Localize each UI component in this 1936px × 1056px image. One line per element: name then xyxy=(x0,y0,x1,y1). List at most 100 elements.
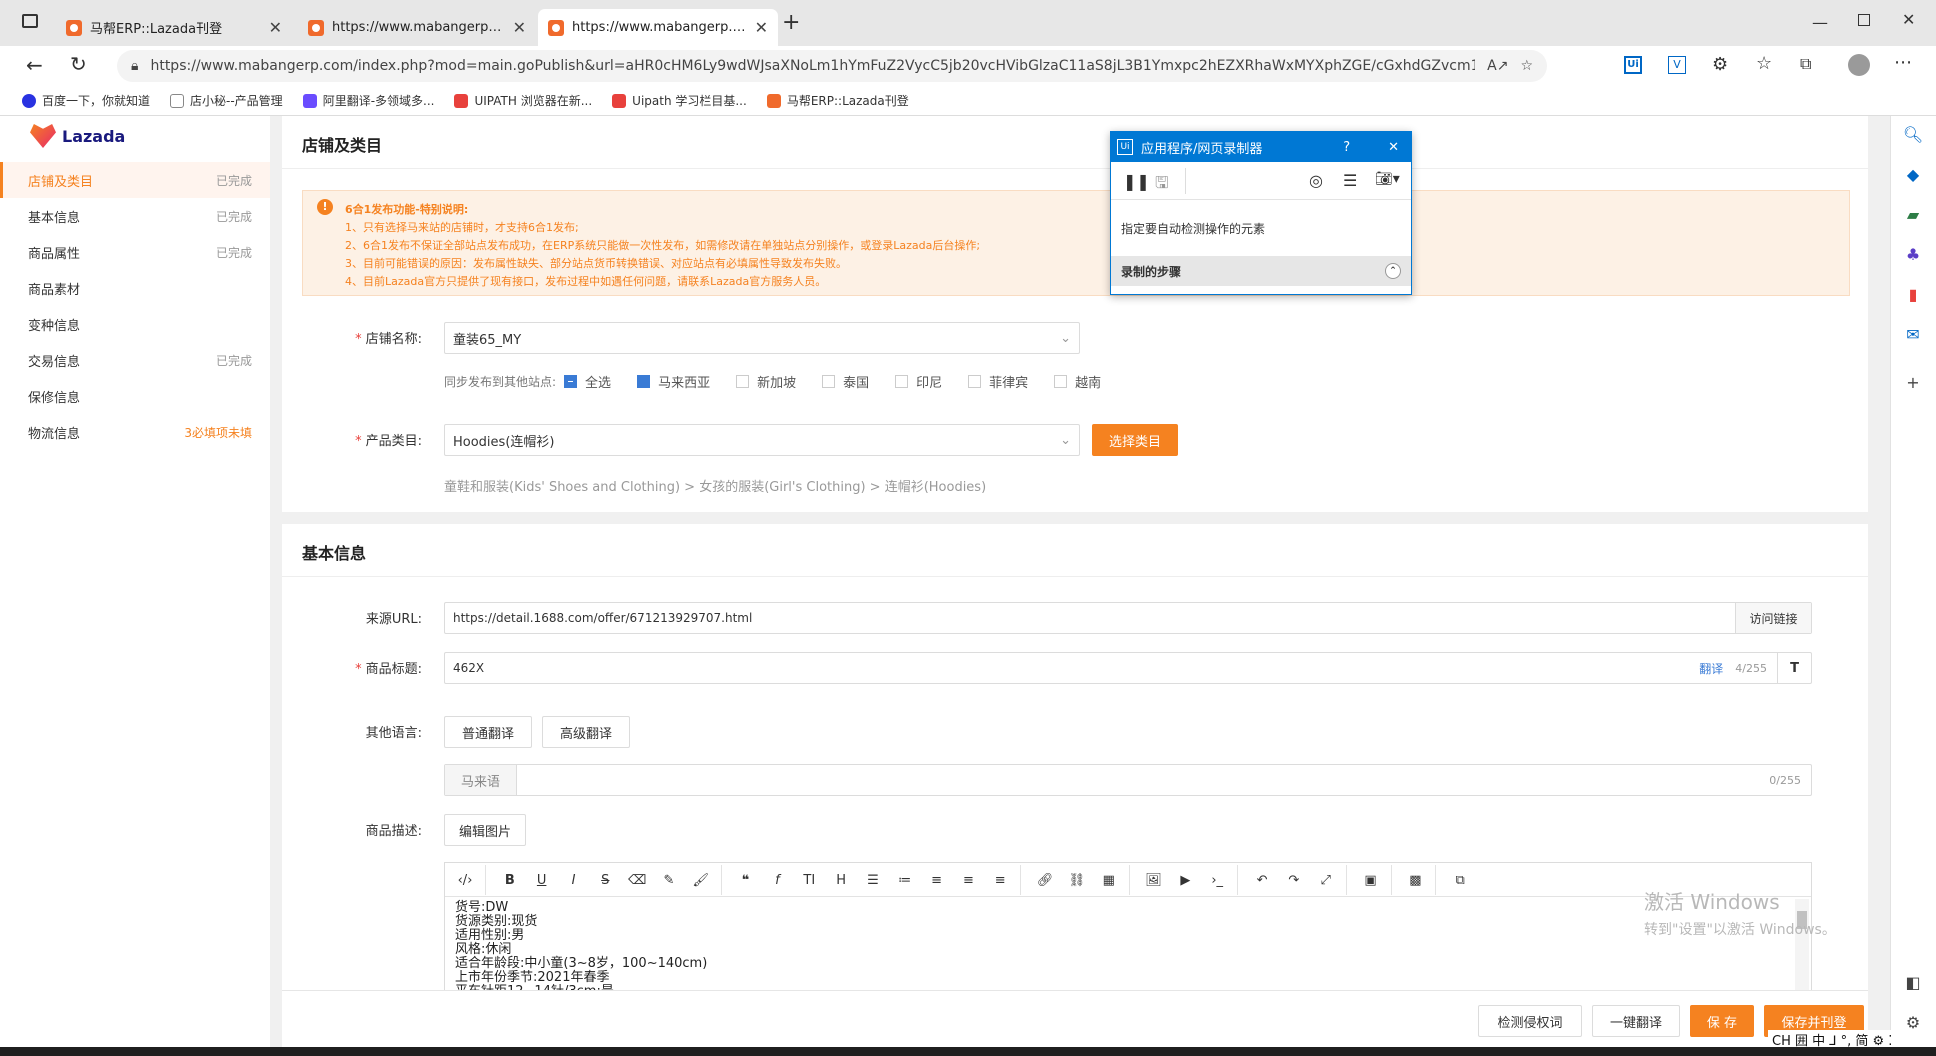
visit-link-button[interactable]: 访问链接 xyxy=(1735,603,1811,633)
profile-avatar[interactable] xyxy=(1848,54,1870,76)
site-checkbox-philippines[interactable]: 菲律宾 xyxy=(968,372,1028,391)
add-icon[interactable]: + xyxy=(1903,372,1923,392)
tools-icon[interactable]: ▰ xyxy=(1903,204,1923,224)
underline-icon[interactable]: U xyxy=(528,863,556,897)
extensions-icon[interactable]: ⚙ xyxy=(1712,54,1728,75)
normal-translate-button[interactable]: 普通翻译 xyxy=(444,716,532,748)
text-size-icon[interactable]: TI xyxy=(795,863,823,897)
save-button[interactable]: 保 存 xyxy=(1690,1005,1754,1037)
close-tab-icon[interactable]: ✕ xyxy=(269,18,282,37)
tab-actions-icon[interactable] xyxy=(22,14,38,28)
check-infringement-button[interactable]: 检测侵权词 xyxy=(1478,1005,1582,1037)
align-right-icon[interactable]: ≡ xyxy=(986,863,1014,897)
link-icon[interactable]: 🔗︎ xyxy=(1031,863,1059,897)
translate-link[interactable]: 翻译 xyxy=(1699,660,1723,677)
image-icon[interactable]: 🖼︎ xyxy=(1140,863,1168,897)
bookmark-item[interactable]: UIPATH 浏览器在新... xyxy=(454,92,592,109)
bookmark-item[interactable]: 百度一下，你就知道 xyxy=(22,92,150,109)
read-aloud-icon[interactable]: A↗ xyxy=(1487,58,1508,74)
brush-icon[interactable]: 🖌︎ xyxy=(687,863,715,897)
select-category-button[interactable]: 选择类目 xyxy=(1092,424,1178,456)
uipath-extension-icon[interactable]: Ui xyxy=(1624,56,1642,74)
strikethrough-icon[interactable]: S xyxy=(591,863,619,897)
unlink-icon[interactable]: ⛓︎ xyxy=(1063,863,1091,897)
settings-icon[interactable]: ⚙ xyxy=(1903,1012,1923,1032)
browser-tab-2[interactable]: https://www.mabangerp.com/inc ✕ xyxy=(298,9,536,46)
redo-icon[interactable]: ↷ xyxy=(1280,863,1308,897)
numbered-list-icon[interactable]: ≔ xyxy=(891,863,919,897)
recorded-steps-header[interactable]: 录制的步骤 ⌃ xyxy=(1111,256,1411,286)
malay-title-field[interactable]: 马来语 0/255 xyxy=(444,764,1812,796)
site-checkbox-thailand[interactable]: 泰国 xyxy=(822,372,869,391)
sidebar-item-basic[interactable]: 基本信息 已完成 xyxy=(0,198,270,234)
close-tab-icon[interactable]: ✕ xyxy=(513,18,526,37)
sidebar-item-warranty[interactable]: 保修信息 xyxy=(0,378,270,414)
bookmark-item[interactable]: Uipath 学习栏目基... xyxy=(612,92,747,109)
collapse-icon[interactable]: ⌃ xyxy=(1385,263,1401,279)
search-icon[interactable]: 🔍︎ xyxy=(1903,124,1923,144)
video-icon[interactable]: ▶ xyxy=(1171,863,1199,897)
sidebar-item-store[interactable]: 店铺及类目 已完成 xyxy=(0,162,270,198)
translate-all-button[interactable]: 一键翻译 xyxy=(1592,1005,1680,1037)
steps-list-icon[interactable]: ☰ xyxy=(1343,171,1357,190)
shopping-icon[interactable]: ◆ xyxy=(1903,164,1923,184)
sidebar-item-attributes[interactable]: 商品属性 已完成 xyxy=(0,234,270,270)
site-checkbox-vietnam[interactable]: 越南 xyxy=(1054,372,1101,391)
preview-icon[interactable]: ▣ xyxy=(1357,863,1385,897)
back-icon[interactable]: ← xyxy=(26,53,43,77)
more-icon[interactable]: ⋯ xyxy=(1894,52,1912,73)
favorites-icon[interactable]: ☆ xyxy=(1756,53,1772,74)
product-title-field[interactable]: 462X 翻译 4/255 T xyxy=(444,652,1812,684)
close-button[interactable]: ✕ xyxy=(1388,140,1399,155)
eraser-icon[interactable]: ⌫ xyxy=(623,863,651,897)
v-extension-icon[interactable]: V xyxy=(1668,56,1686,74)
close-tab-icon[interactable]: ✕ xyxy=(755,18,768,37)
address-bar[interactable]: 🔒︎ https://www.mabangerp.com/index.php?m… xyxy=(117,50,1547,82)
close-window-icon[interactable]: ✕ xyxy=(1902,10,1915,29)
bookmark-item[interactable]: 店小秘--产品管理 xyxy=(170,92,283,109)
image-edit-icon[interactable]: ⧉ xyxy=(1446,863,1474,897)
text-format-icon[interactable]: T xyxy=(1777,653,1811,683)
source-code-icon[interactable]: ‹/› xyxy=(451,863,479,897)
sidebar-item-variants[interactable]: 变种信息 xyxy=(0,306,270,342)
bookmark-item[interactable]: 阿里翻译-多领域多... xyxy=(302,92,434,109)
new-tab-button[interactable]: + xyxy=(782,10,800,35)
table-icon[interactable]: ▦ xyxy=(1095,863,1123,897)
site-checkbox-malaysia[interactable]: 马来西亚 xyxy=(637,372,710,391)
fullscreen-icon[interactable]: ⤢ xyxy=(1312,863,1340,897)
games-icon[interactable]: ♣ xyxy=(1903,244,1923,264)
advanced-translate-button[interactable]: 高级翻译 xyxy=(542,716,630,748)
gallery-icon[interactable]: ▩ xyxy=(1401,863,1429,897)
browser-tab-3[interactable]: https://www.mabangerp.com/inc ✕ xyxy=(538,9,778,46)
site-checkbox-singapore[interactable]: 新加坡 xyxy=(736,372,796,391)
sidebar-item-materials[interactable]: 商品素材 xyxy=(0,270,270,306)
align-left-icon[interactable]: ≡ xyxy=(923,863,951,897)
sidebar-toggle-icon[interactable]: ◧ xyxy=(1903,972,1923,992)
bullet-list-icon[interactable]: ☰ xyxy=(859,863,887,897)
refresh-icon[interactable]: ↻ xyxy=(70,52,87,76)
office-icon[interactable]: ▮ xyxy=(1903,284,1923,304)
screenshot-dropdown-icon[interactable]: 📷︎▾ xyxy=(1375,171,1400,187)
bold-icon[interactable]: B xyxy=(496,863,524,897)
editor-content[interactable]: 货号:DW 货源类别:现货 适用性别:男 风格:休闲 适合年龄段:中小童(3~8… xyxy=(445,897,1811,1003)
site-checkbox-all[interactable]: 全选 xyxy=(564,372,611,391)
collections-icon[interactable]: ⧉ xyxy=(1800,54,1811,74)
edit-images-button[interactable]: 编辑图片 xyxy=(444,814,526,846)
save-icon[interactable]: 🖫︎ xyxy=(1155,172,1169,199)
restore-icon[interactable] xyxy=(1858,14,1870,26)
site-checkbox-indonesia[interactable]: 印尼 xyxy=(895,372,942,391)
source-url-field[interactable]: https://detail.1688.com/offer/6712139297… xyxy=(444,602,1812,634)
sidebar-item-logistics[interactable]: 物流信息 3必填项未填 xyxy=(0,414,270,450)
quote-icon[interactable]: ❝ xyxy=(732,863,760,897)
favorite-star-icon[interactable]: ☆ xyxy=(1520,58,1533,74)
sidebar-item-trade[interactable]: 交易信息 已完成 xyxy=(0,342,270,378)
store-select[interactable]: 童装65_MY ⌄ xyxy=(444,322,1080,354)
target-icon[interactable]: ◎ xyxy=(1309,171,1323,190)
terminal-icon[interactable]: ›_ xyxy=(1203,863,1231,897)
category-select[interactable]: Hoodies(连帽衫) ⌄ xyxy=(444,424,1080,456)
font-icon[interactable]: f xyxy=(763,863,791,897)
minimize-icon[interactable]: — xyxy=(1812,13,1828,32)
browser-tab-1[interactable]: 马帮ERP::Lazada刊登 ✕ xyxy=(56,9,292,46)
help-button[interactable]: ? xyxy=(1343,140,1350,155)
pen-icon[interactable]: ✎ xyxy=(655,863,683,897)
